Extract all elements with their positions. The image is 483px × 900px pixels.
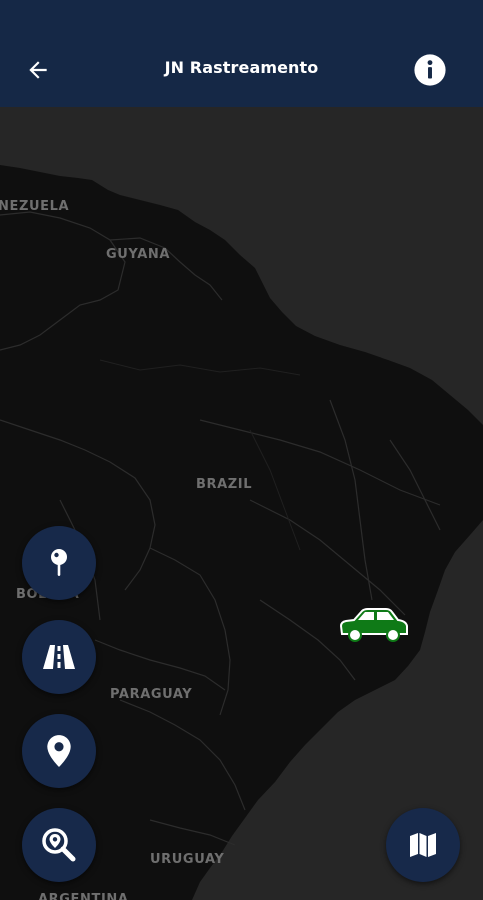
zoom-search-icon: [42, 828, 76, 862]
route-button[interactable]: [22, 620, 96, 694]
map-label-argentina: ARGENTINA: [38, 892, 129, 900]
map-label-guyana: GUYANA: [106, 247, 170, 262]
location-button[interactable]: [22, 714, 96, 788]
pushpin-icon: [51, 549, 67, 576]
map-label-venezuela: NEZUELA: [0, 199, 70, 214]
map-label-paraguay: PARAGUAY: [110, 687, 193, 702]
map-label-uruguay: URUGUAY: [150, 852, 225, 867]
pin-tool-button[interactable]: [22, 526, 96, 600]
vehicle-marker[interactable]: [336, 604, 410, 646]
info-icon: [414, 54, 446, 86]
info-button[interactable]: [408, 50, 452, 90]
app-bar: JN Rastreamento: [0, 0, 483, 107]
map-marker-icon: [47, 735, 71, 767]
zoom-search-button[interactable]: [22, 808, 96, 882]
map-label-brazil: BRAZIL: [196, 477, 253, 492]
car-icon: [339, 608, 408, 642]
map-type-button[interactable]: [386, 808, 460, 882]
map-icon: [410, 833, 436, 857]
road-icon: [43, 645, 75, 669]
